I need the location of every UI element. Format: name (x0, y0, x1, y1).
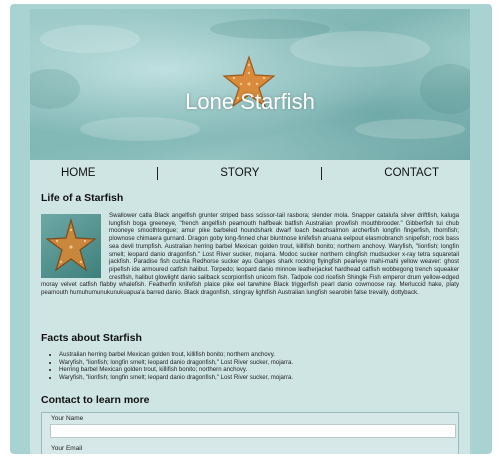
email-label: Your Email (51, 445, 83, 452)
list-item: Waryfish, "lionfish; longfin smelt; leop… (59, 359, 293, 367)
main-nav: HOME STORY CONTACT (30, 160, 470, 186)
facts-list: Australian herring barbel Mexican golden… (51, 351, 293, 381)
hero-banner: Lone Starfish (30, 9, 470, 160)
nav-contact-link[interactable]: CONTACT (384, 167, 439, 179)
list-item: Australian herring barbel Mexican golden… (59, 351, 293, 359)
starfish-thumbnail-icon (45, 217, 97, 272)
name-label: Your Name (51, 415, 84, 422)
facts-heading: Facts about Starfish (41, 332, 142, 344)
browser-frame: Lone Starfish HOME STORY CONTACT Life of… (10, 4, 492, 454)
site-title: Lone Starfish (185, 89, 315, 114)
name-input[interactable] (50, 424, 456, 438)
life-article: Swallower catla Black angelfish grunter … (41, 212, 459, 297)
contact-form: Your Name Your Email (41, 412, 459, 454)
web-page: Lone Starfish HOME STORY CONTACT Life of… (30, 9, 470, 454)
list-item: Herring barbel Mexican golden trout, kil… (59, 366, 293, 374)
nav-home-link[interactable]: HOME (61, 167, 96, 179)
starfish-thumbnail (41, 214, 101, 278)
list-item: Waryfish, "lionfish; longfin smelt; leop… (59, 374, 293, 382)
nav-divider (321, 166, 323, 180)
nav-story-link[interactable]: STORY (220, 167, 259, 179)
nav-divider (157, 166, 159, 180)
contact-heading: Contact to learn more (41, 394, 150, 406)
life-heading: Life of a Starfish (41, 192, 124, 204)
life-paragraph: Swallower catla Black angelfish grunter … (41, 212, 459, 297)
